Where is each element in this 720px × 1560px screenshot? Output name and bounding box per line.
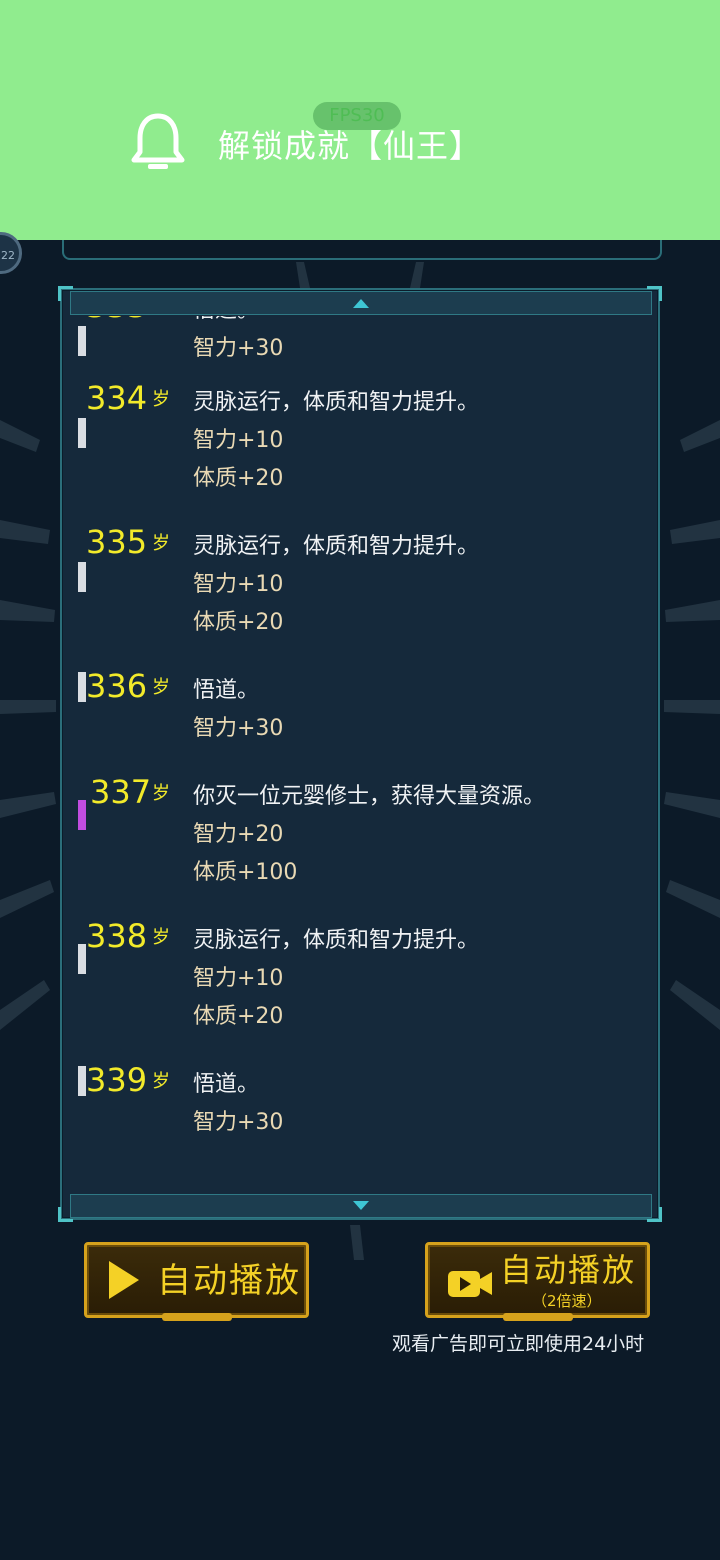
auto-play-label: 自动播放	[157, 1261, 301, 1301]
age-label: 339 岁	[86, 1060, 172, 1100]
stat-change: 智力+30	[193, 336, 284, 361]
age-label: 337 岁	[86, 772, 172, 812]
log-entry: 338 岁 灵脉运行，体质和智力提升。 智力+10 体质+20	[62, 916, 658, 1060]
event-text: 灵脉运行，体质和智力提升。	[193, 928, 480, 953]
bell-icon	[131, 113, 185, 169]
age-label: 334 岁	[86, 378, 172, 418]
log-entry: 336 岁 悟道。 智力+30	[62, 666, 658, 772]
log-viewport[interactable]: 333 岁 悟道。 智力+30 334 岁 灵脉运行，体质和智力提升。 智力+1…	[62, 316, 658, 1196]
log-list: 333 岁 悟道。 智力+30 334 岁 灵脉运行，体质和智力提升。 智力+1…	[62, 316, 658, 1166]
achievement-notification: FPS30 解锁成就【仙王】	[0, 0, 720, 240]
button-tab-ornament	[161, 1313, 232, 1321]
age-unit: 岁	[152, 1071, 170, 1092]
stat-change: 智力+10	[193, 572, 284, 597]
scroll-up-button[interactable]	[70, 291, 652, 315]
rarity-marker	[78, 418, 86, 448]
panel-header-frame	[62, 240, 662, 260]
log-entry: 333 岁 悟道。 智力+30	[62, 316, 658, 378]
notification-text: 解锁成就【仙王】	[218, 127, 483, 165]
log-entry: 339 岁 悟道。 智力+30	[62, 1060, 658, 1166]
stat-change: 智力+20	[193, 822, 284, 847]
event-text: 悟道。	[193, 678, 260, 703]
rarity-marker	[78, 562, 86, 592]
ad-note: 观看广告即可立即使用24小时	[392, 1333, 645, 1355]
age-label: 333 岁	[86, 316, 172, 326]
arrow-up-icon	[353, 299, 369, 308]
age-number: 335	[86, 523, 148, 561]
stat-change: 体质+20	[193, 1004, 284, 1029]
log-entry: 334 岁 灵脉运行，体质和智力提升。 智力+10 体质+20	[62, 378, 658, 522]
event-text: 悟道。	[193, 1072, 260, 1097]
rarity-marker	[78, 944, 86, 974]
stat-change: 体质+20	[193, 466, 284, 491]
speed-label: （2倍速）	[532, 1292, 602, 1310]
auto-play-ad-label: 自动播放	[500, 1251, 637, 1289]
rarity-marker	[78, 326, 86, 356]
life-log-panel[interactable]: 333 岁 悟道。 智力+30 334 岁 灵脉运行，体质和智力提升。 智力+1…	[58, 286, 662, 1222]
age-number: 339	[86, 1061, 148, 1099]
play-icon	[109, 1261, 139, 1299]
age-unit: 岁	[152, 927, 170, 948]
event-text: 悟道。	[193, 316, 283, 330]
age-label: 336 岁	[86, 666, 172, 706]
age-unit: 岁	[152, 316, 170, 320]
event-text: 你灭一位元婴修士，获得大量资源。	[193, 784, 546, 809]
stat-change: 智力+30	[193, 716, 284, 741]
rarity-marker	[78, 1066, 86, 1096]
rarity-marker	[78, 800, 86, 830]
stat-change: 智力+10	[193, 966, 284, 991]
age-number: 338	[86, 917, 148, 955]
stat-change: 智力+30	[193, 1110, 284, 1135]
stat-change: 体质+100	[193, 860, 298, 885]
arrow-down-icon	[353, 1201, 369, 1210]
age-label: 335 岁	[86, 522, 172, 562]
event-text: 灵脉运行，体质和智力提升。	[193, 390, 480, 415]
age-unit: 岁	[152, 677, 170, 698]
event-text: 灵脉运行，体质和智力提升。	[193, 534, 480, 559]
age-number: 334	[86, 379, 148, 417]
age-number: 333	[86, 316, 147, 326]
age-unit: 岁	[152, 389, 170, 410]
age-number: 337	[90, 773, 152, 811]
button-tab-ornament	[502, 1313, 573, 1321]
age-unit: 岁	[152, 533, 170, 554]
age-label: 338 岁	[86, 916, 172, 956]
stat-change: 体质+20	[193, 610, 284, 635]
video-camera-icon	[448, 1271, 492, 1297]
log-entry: 337 岁 你灭一位元婴修士，获得大量资源。 智力+20 体质+100	[62, 772, 658, 916]
age-number: 336	[86, 667, 148, 705]
age-unit: 岁	[152, 783, 170, 804]
auto-play-ad-button[interactable]: 自动播放 （2倍速）	[425, 1242, 650, 1321]
log-entry: 335 岁 灵脉运行，体质和智力提升。 智力+10 体质+20	[62, 522, 658, 666]
stat-change: 智力+10	[193, 428, 284, 453]
scroll-down-button[interactable]	[70, 1194, 652, 1218]
auto-play-button[interactable]: 自动播放	[84, 1242, 309, 1321]
rarity-marker	[78, 672, 86, 702]
